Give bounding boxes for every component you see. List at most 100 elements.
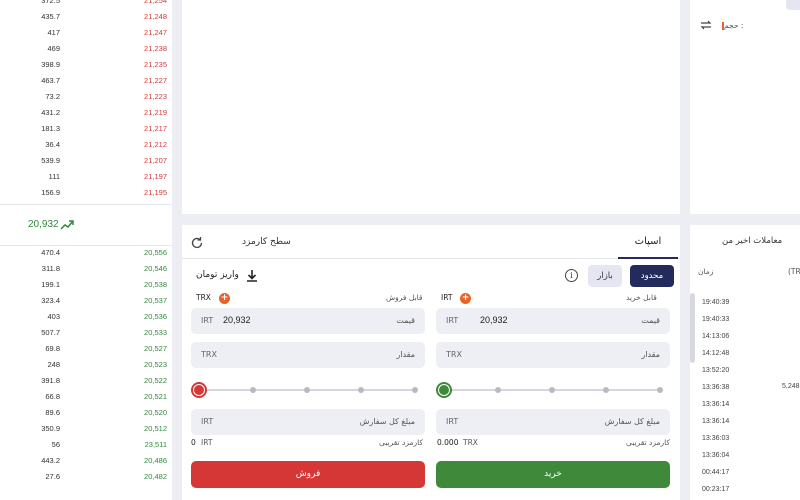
order-amount: 73.2 xyxy=(45,92,60,101)
trade-time: 13:36:14 xyxy=(702,401,730,408)
limit-button[interactable]: محدود xyxy=(630,265,674,287)
order-amount: 323.4 xyxy=(41,296,60,305)
order-price: 20,521 xyxy=(144,392,167,401)
info-icon[interactable]: i xyxy=(565,269,578,282)
sell-order-row[interactable]: 372.5 21,254 xyxy=(0,0,168,12)
order-amount: 156.9 xyxy=(41,188,60,197)
order-amount: 435.7 xyxy=(41,12,60,21)
sell-slider-handle[interactable] xyxy=(191,382,207,398)
buy-order-row[interactable]: 27.6 20,482 xyxy=(0,472,168,488)
order-price: 20,512 xyxy=(144,424,167,433)
order-amount: 391.8 xyxy=(41,376,60,385)
sell-order-row[interactable]: 111 21,197 xyxy=(0,172,168,188)
sell-order-row[interactable]: 156.9 21,195 xyxy=(0,188,168,204)
scrollbar[interactable] xyxy=(690,293,695,363)
download-icon[interactable] xyxy=(246,269,258,282)
order-amount: 36.4 xyxy=(45,140,60,149)
buy-order-row[interactable]: 350.9 20,512 xyxy=(0,424,168,440)
trade-time: 13:36:14 xyxy=(702,418,730,425)
tab-fee-level[interactable]: سطح کارمزد xyxy=(242,225,291,259)
sell-price-field[interactable]: قیمت IRT 20,932 xyxy=(191,308,425,334)
buy-order-row[interactable]: 443.2 20,486 xyxy=(0,456,168,472)
order-amount: 181.3 xyxy=(41,124,60,133)
chart-panel[interactable] xyxy=(182,0,680,214)
add-icon[interactable]: + xyxy=(219,293,230,304)
trade-time: 13:52:20 xyxy=(702,367,730,374)
buy-order-row[interactable]: 248 20,523 xyxy=(0,360,168,376)
order-amount: 66.8 xyxy=(45,392,60,401)
buy-order-row[interactable]: 66.8 20,521 xyxy=(0,392,168,408)
order-price: 21,248 xyxy=(144,12,167,21)
order-price: 20,536 xyxy=(144,312,167,321)
tab-spot[interactable]: اسپات xyxy=(618,225,678,259)
buy-order-row[interactable]: 391.8 20,522 xyxy=(0,376,168,392)
order-amount: 463.7 xyxy=(41,76,60,85)
sell-order-row[interactable]: 469 21,238 xyxy=(0,44,168,60)
buy-percent-slider[interactable] xyxy=(436,382,663,398)
buy-order-row[interactable]: 403 20,536 xyxy=(0,312,168,328)
swap-icon[interactable] xyxy=(700,20,712,30)
sell-order-row[interactable]: 36.4 21,212 xyxy=(0,140,168,156)
buy-available-unit: IRT xyxy=(441,293,453,302)
buy-order-row[interactable]: 56 23,511 xyxy=(0,440,168,456)
trade-time: 14:13:06 xyxy=(702,333,730,340)
buy-order-row[interactable]: 470.4 20,556 xyxy=(0,248,168,264)
order-amount: 56 xyxy=(51,440,60,449)
buy-order-row[interactable]: 199.1 20,538 xyxy=(0,280,168,296)
sell-button[interactable]: فروش xyxy=(191,461,425,488)
order-amount: 89.6 xyxy=(45,408,60,417)
buy-button[interactable]: خرید xyxy=(436,461,670,488)
buy-fee-label: کارمزد تقریبی xyxy=(626,438,670,447)
sell-order-row[interactable]: 181.3 21,217 xyxy=(0,124,168,140)
sell-fee-value: 0 xyxy=(191,438,196,447)
sell-order-row[interactable]: 431.2 21,219 xyxy=(0,108,168,124)
corner-tab[interactable] xyxy=(786,0,800,10)
order-amount: 417 xyxy=(47,28,60,37)
order-amount: 350.9 xyxy=(41,424,60,433)
order-amount: 69.8 xyxy=(45,344,60,353)
trade-time: 14:12:48 xyxy=(702,350,730,357)
sell-order-row[interactable]: 417 21,247 xyxy=(0,28,168,44)
trade-time: 13:36:04 xyxy=(702,452,730,459)
market-button[interactable]: بازار xyxy=(588,265,622,287)
buy-order-row[interactable]: 323.4 20,537 xyxy=(0,296,168,312)
order-price: 20,533 xyxy=(144,328,167,337)
sell-order-row[interactable]: 463.7 21,227 xyxy=(0,76,168,92)
last-price: 20,932 xyxy=(28,219,59,230)
sell-total-field[interactable]: مبلغ کل سفارش IRT xyxy=(191,409,425,435)
order-amount: 469 xyxy=(47,44,60,53)
buy-slider-handle[interactable] xyxy=(436,382,452,398)
sell-order-row[interactable]: 73.2 21,223 xyxy=(0,92,168,108)
trade-time: 13:36:03 xyxy=(702,435,730,442)
sell-available-unit: TRX xyxy=(196,293,211,302)
buy-amount-field[interactable]: مقدار TRX xyxy=(436,342,670,368)
buy-order-row[interactable]: 311.8 20,546 xyxy=(0,264,168,280)
order-price: 21,219 xyxy=(144,108,167,117)
sell-percent-slider[interactable] xyxy=(191,382,418,398)
buy-total-field[interactable]: مبلغ کل سفارش IRT xyxy=(436,409,670,435)
order-amount: 539.9 xyxy=(41,156,60,165)
order-amount: 372.5 xyxy=(41,0,60,5)
last-price-bar: 20,932 xyxy=(0,204,172,246)
order-book: 372.5 21,254 435.7 21,248 417 21,247 469 21,238… xyxy=(0,0,172,500)
buy-order-row[interactable]: 89.6 20,520 xyxy=(0,408,168,424)
sell-order-row[interactable]: 435.7 21,248 xyxy=(0,12,168,28)
order-price: 20,522 xyxy=(144,376,167,385)
buy-order-row[interactable]: 69.8 20,527 xyxy=(0,344,168,360)
form-tabs: اسپات سطح کارمزد xyxy=(182,225,680,259)
buy-fee-value: 0.000 xyxy=(437,438,459,447)
buy-price-field[interactable]: قیمت IRT 20,932 xyxy=(436,308,670,334)
refresh-icon[interactable] xyxy=(190,236,204,250)
trade-time: 19:40:33 xyxy=(702,316,730,323)
sell-amount-field[interactable]: مقدار TRX xyxy=(191,342,425,368)
deposit-toman-link[interactable]: واریز تومان xyxy=(196,270,239,280)
buy-order-row[interactable]: 507.7 20,533 xyxy=(0,328,168,344)
volume-label: حجم : xyxy=(724,21,744,30)
time-column-header: زمان xyxy=(698,267,714,276)
add-icon[interactable]: + xyxy=(460,293,471,304)
sell-fee-unit: IRT xyxy=(201,438,213,447)
sell-order-row[interactable]: 539.9 21,207 xyxy=(0,156,168,172)
trade-value: 5,248 xyxy=(782,383,800,390)
order-price: 23,511 xyxy=(144,440,167,449)
sell-order-row[interactable]: 398.9 21,235 xyxy=(0,60,168,76)
